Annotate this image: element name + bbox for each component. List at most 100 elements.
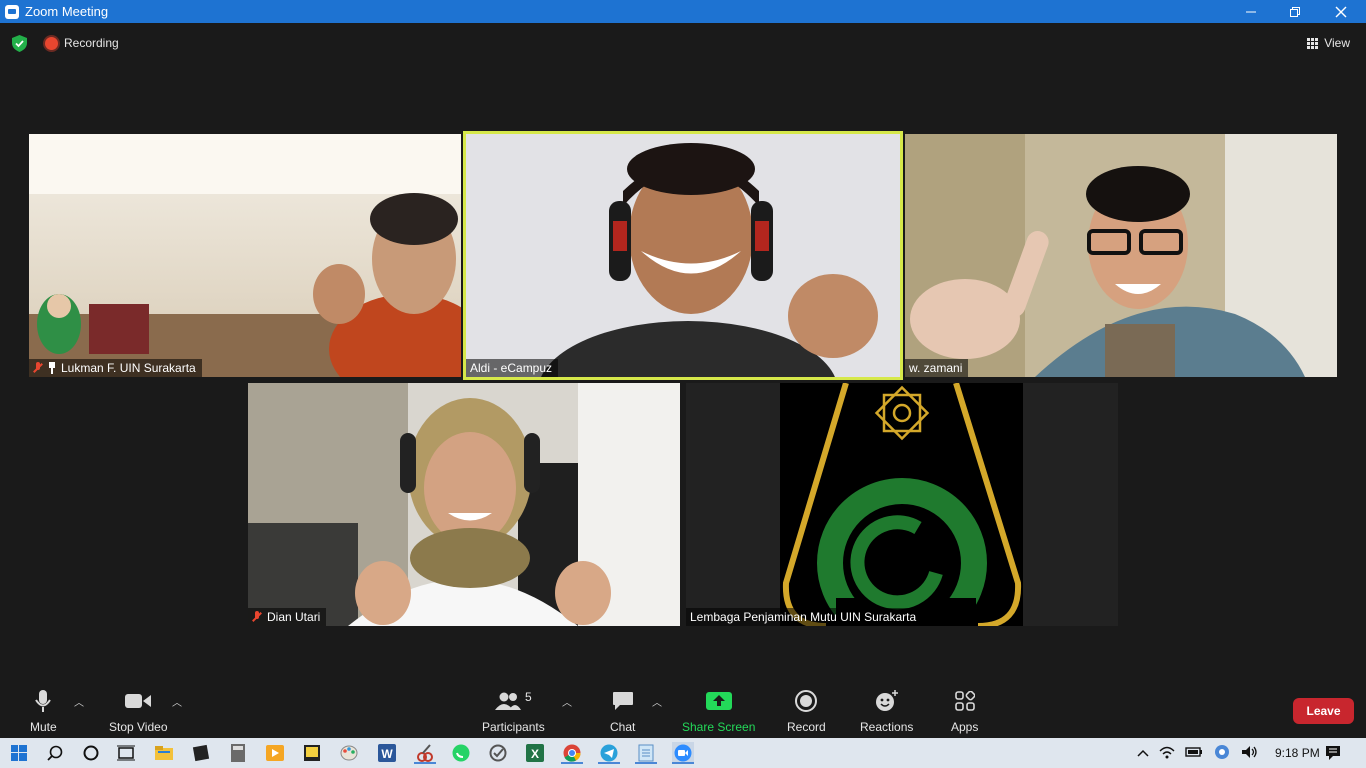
notepad-icon[interactable] (635, 742, 657, 764)
smiley-reaction-icon (875, 690, 898, 711)
photo-app-icon[interactable] (190, 742, 212, 764)
volume-icon[interactable] (1241, 745, 1259, 762)
close-icon (1335, 6, 1347, 17)
task-view-icon[interactable] (115, 742, 137, 764)
participant-name: Lukman F. UIN Surakarta (61, 361, 196, 375)
svg-text:X: X (531, 747, 539, 761)
participant-video (29, 134, 461, 377)
participant-name-tag: Dian Utari (248, 608, 327, 626)
record-icon (795, 690, 818, 712)
paint-icon[interactable] (338, 742, 360, 764)
record-label: Record (787, 720, 826, 734)
participants-label: Participants (482, 720, 545, 734)
chat-button[interactable]: Chat (610, 688, 635, 734)
participants-count: 5 (525, 690, 532, 704)
reactions-button[interactable]: Reactions (860, 688, 913, 734)
video-camera-icon (125, 694, 152, 708)
grid-view-icon (1307, 37, 1319, 49)
cortana-icon[interactable] (80, 742, 102, 764)
media-player-icon[interactable] (264, 742, 286, 764)
wifi-icon[interactable] (1159, 745, 1175, 762)
snipping-tool-icon[interactable] (414, 742, 436, 764)
video-options-chevron-icon[interactable]: ︿ (172, 694, 182, 709)
cloud-sync-icon[interactable] (1213, 744, 1231, 763)
windows-taskbar: W X 9:18 PM (0, 738, 1366, 768)
apps-icon (954, 691, 975, 711)
whatsapp-icon[interactable] (450, 742, 472, 764)
calculator-icon[interactable] (227, 742, 249, 764)
participant-name: Lembaga Penjaminan Mutu UIN Surakarta (690, 610, 917, 624)
windows-start-icon[interactable] (8, 742, 30, 764)
chrome-icon[interactable] (561, 742, 583, 764)
participant-name: Dian Utari (267, 610, 321, 624)
video-tile-active-speaker[interactable]: Aldi - eCampuz (463, 131, 903, 380)
participant-name-tag: Lembaga Penjaminan Mutu UIN Surakarta (686, 608, 923, 626)
mic-muted-icon (33, 362, 43, 374)
zoom-icon (5, 4, 19, 19)
reactions-label: Reactions (860, 720, 914, 734)
sticky-notes-icon[interactable] (301, 742, 323, 764)
share-screen-label: Share Screen (682, 720, 756, 734)
video-tile[interactable]: Dian Utari (248, 383, 680, 626)
mic-muted-icon (252, 611, 262, 623)
meeting-controls-toolbar: Mute ︿ Stop Video ︿ 5 Participants ︿ Cha… (0, 680, 1366, 738)
participant-name-tag: Aldi - eCampuz (466, 359, 559, 377)
task-checker-icon[interactable] (487, 742, 509, 764)
search-icon[interactable] (44, 742, 66, 764)
mute-button[interactable]: Mute (30, 688, 57, 734)
participants-button[interactable]: 5 Participants (482, 688, 545, 734)
mute-options-chevron-icon[interactable]: ︿ (74, 694, 84, 709)
video-tile[interactable]: Lukman F. UIN Surakarta (29, 134, 461, 377)
system-tray: 9:18 PM (1137, 738, 1320, 768)
participant-name-tag: w. zamani (905, 359, 969, 377)
share-screen-icon (705, 692, 732, 710)
encryption-shield-icon[interactable] (12, 35, 27, 52)
tray-overflow-chevron-icon[interactable] (1137, 746, 1149, 760)
stop-video-label: Stop Video (109, 720, 168, 734)
participant-video (248, 383, 680, 626)
chat-bubble-icon (612, 692, 633, 710)
close-button[interactable] (1318, 0, 1364, 23)
leave-button[interactable]: Leave (1293, 698, 1354, 724)
microsoft-word-icon[interactable]: W (376, 742, 398, 764)
participants-icon (495, 692, 521, 710)
pin-icon (48, 362, 56, 374)
participant-name-tag: Lukman F. UIN Surakarta (29, 359, 202, 377)
microphone-icon (35, 690, 52, 712)
zoom-taskbar-icon[interactable] (672, 742, 694, 764)
battery-icon[interactable] (1185, 746, 1203, 761)
window-title-bar: Zoom Meeting (0, 0, 1366, 23)
meeting-top-bar: Recording View (0, 23, 1366, 63)
window-title: Zoom Meeting (25, 4, 109, 19)
recording-label: Recording (64, 36, 119, 50)
recording-indicator-icon (45, 37, 58, 50)
notifications-icon[interactable] (1322, 742, 1344, 764)
view-label: View (1324, 36, 1350, 50)
chat-options-chevron-icon[interactable]: ︿ (652, 694, 662, 709)
participant-name: Aldi - eCampuz (470, 361, 553, 375)
apps-button[interactable]: Apps (951, 688, 978, 734)
profile-logo-image (780, 383, 1023, 626)
minimize-button[interactable] (1228, 0, 1274, 23)
microsoft-excel-icon[interactable]: X (524, 742, 546, 764)
telegram-icon[interactable] (598, 742, 620, 764)
restore-icon (1290, 6, 1300, 17)
participants-options-chevron-icon[interactable]: ︿ (562, 694, 572, 709)
svg-text:W: W (381, 747, 393, 761)
file-explorer-icon[interactable] (153, 742, 175, 764)
video-tile[interactable]: w. zamani (905, 134, 1337, 377)
chat-label: Chat (610, 720, 636, 734)
view-button[interactable]: View (1307, 34, 1350, 52)
restore-button[interactable] (1272, 0, 1318, 23)
mute-label: Mute (30, 720, 57, 734)
minimize-icon (1246, 11, 1256, 12)
taskbar-clock[interactable]: 9:18 PM (1275, 746, 1320, 760)
participant-name: w. zamani (909, 361, 963, 375)
stop-video-button[interactable]: Stop Video (109, 688, 168, 734)
share-screen-button[interactable]: Share Screen (682, 688, 755, 734)
participant-video (463, 131, 903, 380)
apps-label: Apps (951, 720, 979, 734)
participant-video (905, 134, 1337, 377)
video-tile[interactable]: Lembaga Penjaminan Mutu UIN Surakarta (686, 383, 1118, 626)
record-button[interactable]: Record (787, 688, 826, 734)
